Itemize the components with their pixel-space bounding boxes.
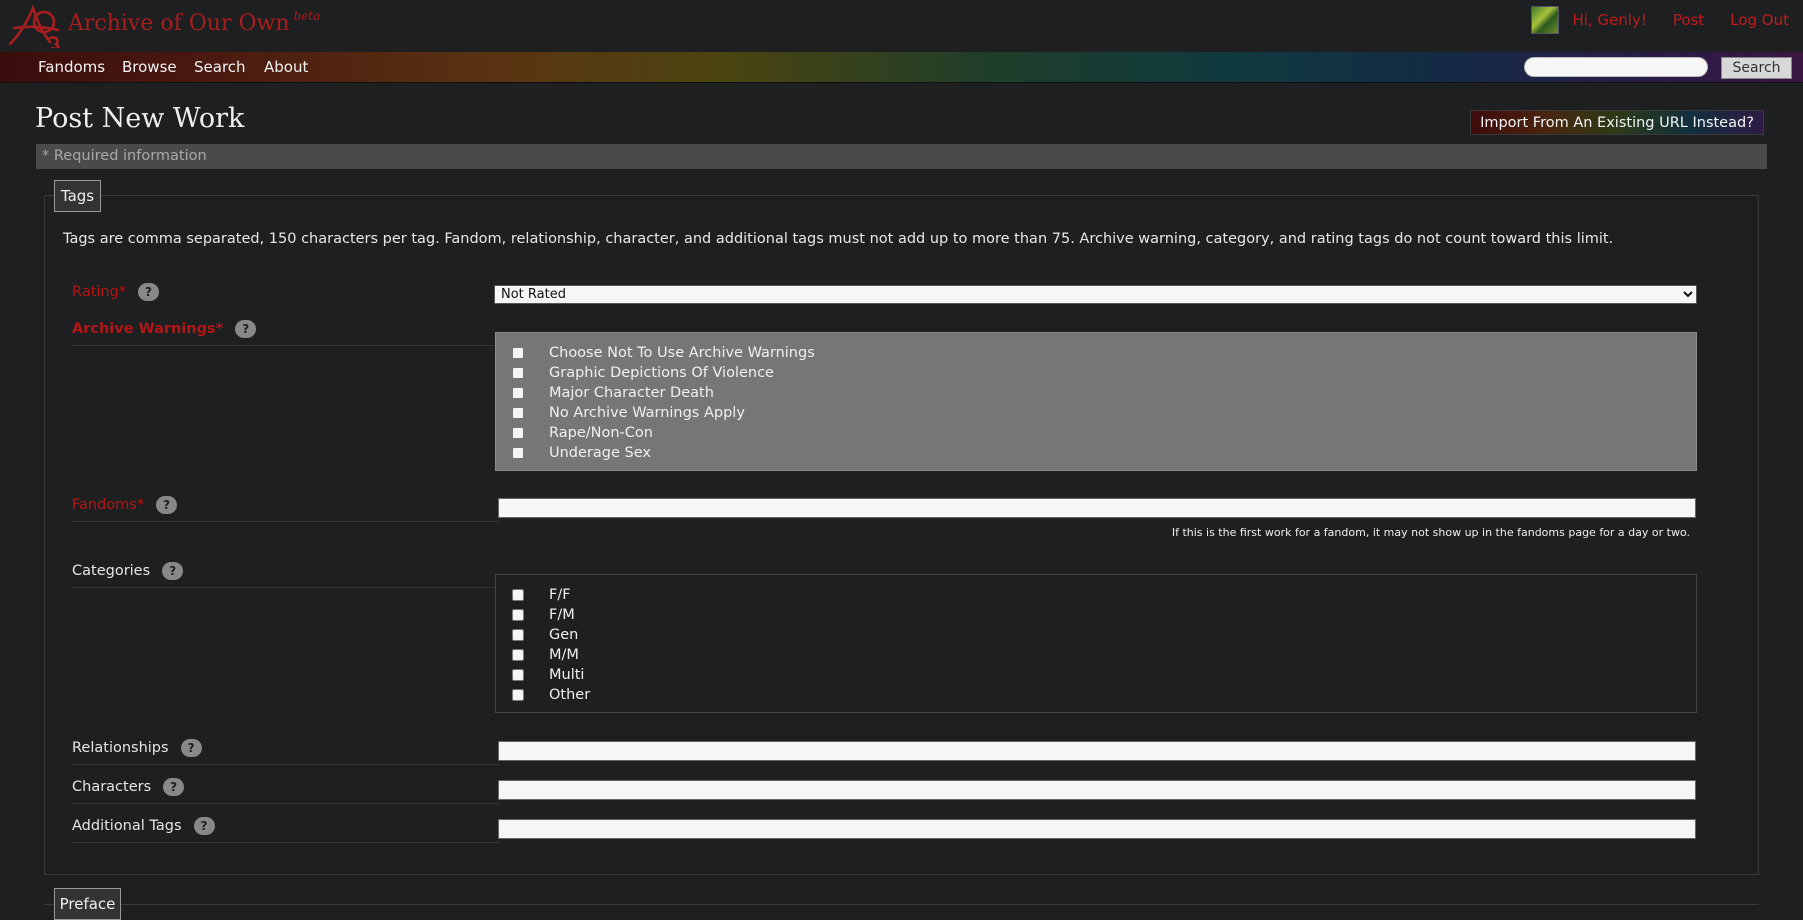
warning-option[interactable]: Major Character Death [512,383,714,403]
nav-about[interactable]: About [264,58,308,76]
category-option[interactable]: Gen [512,625,578,645]
fandoms-input[interactable] [498,498,1696,518]
page-title: Post New Work [35,103,245,134]
site-title[interactable]: Archive of Our Own beta [68,9,321,36]
field-divider [72,803,500,804]
category-checkbox[interactable] [512,669,524,681]
category-checkbox[interactable] [512,609,524,621]
category-option[interactable]: Other [512,685,590,705]
warning-option[interactable]: Rape/Non-Con [512,423,653,443]
fandoms-note: If this is the first work for a fandom, … [1171,526,1690,539]
category-option-label: Gen [549,627,579,643]
additional-tags-input[interactable] [498,819,1696,839]
rating-label-text: Rating* [72,284,126,300]
warning-option-label: Rape/Non-Con [549,425,653,441]
field-divider [72,764,500,765]
logout-link[interactable]: Log Out [1730,11,1789,29]
import-url-button[interactable]: Import From An Existing URL Instead? [1470,110,1764,135]
warning-option-label: Graphic Depictions Of Violence [549,365,774,381]
relationships-input[interactable] [498,741,1696,761]
warning-option[interactable]: Choose Not To Use Archive Warnings [512,343,815,363]
category-checkbox[interactable] [512,689,524,701]
search-button[interactable]: Search [1721,57,1792,79]
site-header: Archive of Our Own beta Hi, Genly! Post L… [0,0,1803,52]
categories-panel: F/F F/M Gen M/M Multi Other [495,574,1697,713]
rating-help-icon[interactable]: ? [138,283,159,301]
warning-checkbox[interactable] [512,387,524,399]
characters-input[interactable] [498,780,1696,800]
relationships-label-text: Relationships [72,740,169,756]
site-title-text: Archive of Our Own [68,11,290,36]
rating-label: Rating* ? [72,283,159,301]
fandoms-label: Fandoms* ? [72,496,178,514]
warning-option-label: No Archive Warnings Apply [549,405,745,421]
additional-tags-label: Additional Tags ? [72,817,215,835]
characters-label: Characters ? [72,778,185,796]
avatar[interactable] [1531,6,1560,34]
warning-checkbox[interactable] [512,407,524,419]
field-divider [72,587,500,588]
category-option[interactable]: M/M [512,645,579,665]
tags-legend: Tags [54,180,101,212]
rating-select[interactable]: Not Rated [494,285,1697,304]
warning-option[interactable]: Graphic Depictions Of Violence [512,363,774,383]
category-option[interactable]: F/M [512,605,575,625]
additional-tags-label-text: Additional Tags [72,818,182,834]
ao3-logo-icon[interactable] [6,4,68,48]
fandoms-help-icon[interactable]: ? [156,496,178,514]
warning-option[interactable]: Underage Sex [512,443,651,463]
required-info-notice: * Required information [36,144,1767,169]
categories-help-icon[interactable]: ? [162,562,184,580]
category-option-label: M/M [549,647,579,663]
warning-checkbox[interactable] [512,347,524,359]
category-checkbox[interactable] [512,649,524,661]
search-input[interactable] [1524,57,1708,77]
warning-checkbox[interactable] [512,447,524,459]
category-checkbox[interactable] [512,629,524,641]
warning-checkbox[interactable] [512,427,524,439]
field-divider [72,521,500,522]
characters-label-text: Characters [72,779,152,795]
nav-browse[interactable]: Browse [122,58,177,76]
additional-tags-help-icon[interactable]: ? [193,817,215,835]
category-option[interactable]: Multi [512,665,584,685]
user-greeting-link[interactable]: Hi, Genly! [1572,11,1646,29]
warning-option-label: Underage Sex [549,445,651,461]
category-option-label: F/F [549,587,571,603]
archive-warnings-label-text: Archive Warnings* [72,321,224,337]
warning-option-label: Choose Not To Use Archive Warnings [549,345,815,361]
warning-option-label: Major Character Death [549,385,714,401]
nav-fandoms[interactable]: Fandoms [38,58,105,76]
categories-label-text: Categories [72,563,151,579]
warning-option[interactable]: No Archive Warnings Apply [512,403,745,423]
field-divider [72,345,500,346]
category-option[interactable]: F/F [512,585,571,605]
categories-label: Categories ? [72,562,184,580]
archive-warnings-help-icon[interactable]: ? [235,320,257,338]
category-checkbox[interactable] [512,589,524,601]
nav-search[interactable]: Search [194,58,246,76]
category-option-label: F/M [549,607,575,623]
category-option-label: Multi [549,667,585,683]
archive-warnings-panel: Choose Not To Use Archive Warnings Graph… [495,332,1697,471]
beta-badge: beta [293,9,321,23]
relationships-help-icon[interactable]: ? [180,739,202,757]
primary-nav: Fandoms Browse Search About Search [0,52,1803,83]
relationships-label: Relationships ? [72,739,202,757]
category-option-label: Other [549,687,591,703]
fandoms-label-text: Fandoms* [72,497,145,513]
post-link[interactable]: Post [1673,11,1704,29]
field-divider [72,842,500,843]
archive-warnings-label: Archive Warnings* ? [72,320,257,338]
tags-note: Tags are comma separated, 150 characters… [63,231,1614,247]
characters-help-icon[interactable]: ? [163,778,185,796]
warning-checkbox[interactable] [512,367,524,379]
preface-legend: Preface [54,888,121,920]
user-nav: Hi, Genly! Post Log Out [1531,6,1789,34]
preface-fieldset [44,904,1759,905]
